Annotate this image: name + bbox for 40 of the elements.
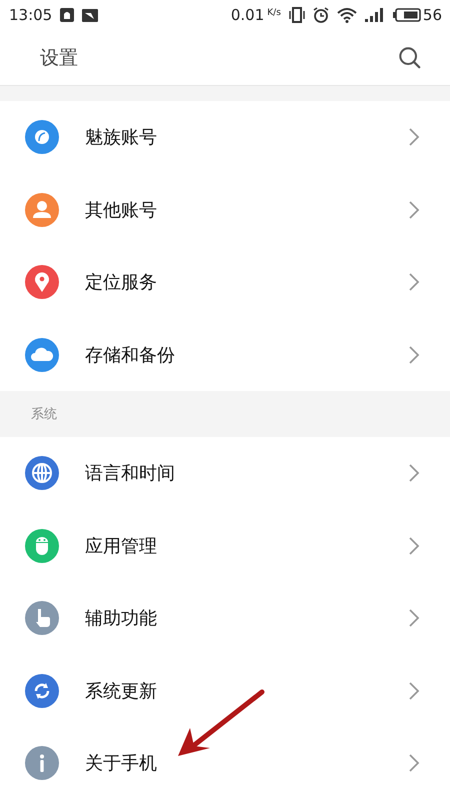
settings-item[interactable]: 辅助功能 — [0, 582, 450, 654]
vibrate-icon — [288, 7, 305, 23]
item-label: 语言和时间 — [85, 462, 176, 486]
item-label: 其他账号 — [85, 198, 158, 222]
network-speed: 0.01 — [230, 6, 264, 24]
chevron-icon — [408, 608, 420, 628]
item-label: 存储和备份 — [85, 344, 176, 367]
item-label: 辅助功能 — [85, 607, 158, 630]
clock-time: 13:05 — [9, 6, 52, 24]
chevron-icon — [408, 463, 420, 484]
section-header: 系统 — [31, 406, 57, 423]
chevron-icon — [408, 753, 420, 774]
chevron-icon — [408, 344, 420, 365]
item-label: 应用管理 — [85, 534, 158, 558]
settings-item[interactable]: 应用管理 — [0, 510, 450, 582]
item-label: 系统更新 — [85, 680, 158, 703]
chevron-icon — [408, 680, 420, 701]
item-label: 魅族账号 — [85, 126, 158, 150]
signal-icon — [364, 8, 385, 22]
search-icon[interactable] — [398, 46, 422, 70]
image-icon — [82, 8, 98, 22]
screen-title: 设置 — [40, 46, 78, 70]
battery-percent: 56 — [422, 6, 442, 24]
settings-item[interactable]: 魅族账号 — [0, 101, 450, 174]
chevron-icon — [408, 200, 420, 220]
chevron-icon — [408, 127, 420, 148]
settings-item[interactable]: 定位服务 — [0, 246, 450, 318]
speed-unit: K/s — [267, 8, 281, 18]
settings-item[interactable]: 系统更新 — [0, 654, 450, 727]
settings-item[interactable]: 关于手机 — [0, 727, 450, 800]
battery-icon — [392, 8, 421, 22]
settings-item[interactable]: 存储和备份 — [0, 318, 450, 391]
wifi-icon — [336, 7, 357, 23]
item-label: 定位服务 — [85, 271, 158, 294]
chevron-icon — [408, 272, 420, 292]
item-label: 关于手机 — [85, 752, 158, 776]
alarm-icon — [312, 7, 329, 23]
settings-item[interactable]: 语言和时间 — [0, 437, 450, 510]
chevron-icon — [408, 536, 420, 556]
settings-item[interactable]: 其他账号 — [0, 174, 450, 246]
